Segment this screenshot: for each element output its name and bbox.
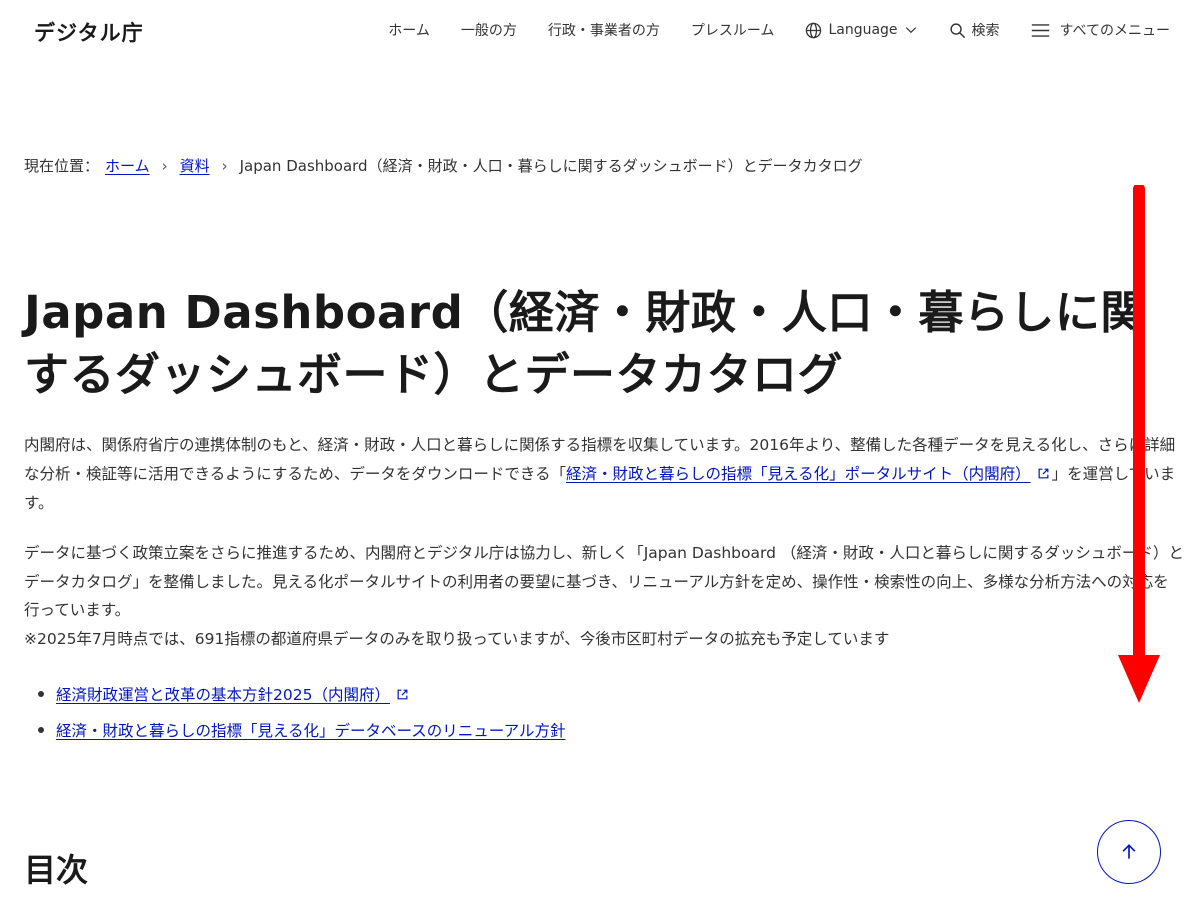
list-item: 経済財政運営と改革の基本方針2025（内閣府） (38, 680, 566, 708)
dashboard-paragraph: データに基づく政策立案をさらに推進するため、内閣府とデジタル庁は協力し、新しく「… (24, 539, 1184, 653)
nav-item-pressroom[interactable]: プレスルーム (691, 20, 775, 40)
nav-item-label: 行政・事業者の方 (547, 23, 660, 39)
globe-icon (805, 22, 822, 39)
link-label: 経済・財政と暮らしの指標「見える化」ポータルサイト（内閣府） (566, 464, 1031, 483)
external-link-icon (1037, 461, 1050, 490)
nav-item-government-business[interactable]: 行政・事業者の方 (548, 20, 660, 40)
portal-site-link[interactable]: 経済・財政と暮らしの指標「見える化」ポータルサイト（内閣府） (566, 465, 1052, 483)
related-links-list: 経済財政運営と改革の基本方針2025（内閣府） 経済・財政と暮らしの指標「見える… (38, 680, 566, 752)
global-nav: ホーム 一般の方 行政・事業者の方 プレスルーム Language 検索 すべて… (388, 20, 1170, 40)
breadcrumb-link-home[interactable]: ホーム (105, 155, 150, 176)
nav-item-label: プレスルーム (690, 23, 775, 39)
page-title: Japan Dashboard（経済・財政・人口・暮らしに関するダッシュボード）… (24, 286, 1146, 401)
bullet-icon (38, 691, 44, 697)
breadcrumb-label: 現在位置： (24, 157, 100, 175)
basic-policy-2025-link[interactable]: 経済財政運営と改革の基本方針2025（内閣府） (56, 683, 411, 705)
language-menu-button[interactable]: Language (805, 22, 917, 39)
all-menu-button[interactable]: すべてのメニュー (1031, 20, 1170, 40)
breadcrumb: 現在位置： ホーム › 資料 › Japan Dashboard（経済・財政・人… (24, 155, 863, 176)
note-text: ※2025年7月時点では、691指標の都道府県データのみを取り扱っていますが、今… (24, 629, 890, 648)
chevron-right-icon: › (221, 156, 228, 175)
nav-item-label: 検索 (971, 23, 1000, 39)
nav-item-general[interactable]: 一般の方 (461, 20, 517, 40)
nav-item-label: 一般の方 (460, 23, 517, 39)
chevron-right-icon: › (161, 156, 168, 175)
link-label: 経済財政運営と改革の基本方針2025（内閣府） (56, 686, 390, 704)
chevron-down-icon (904, 23, 918, 37)
nav-item-home[interactable]: ホーム (388, 20, 430, 40)
breadcrumb-current: Japan Dashboard（経済・財政・人口・暮らしに関するダッシュボード）… (239, 157, 863, 175)
toc-heading: 目次 (24, 851, 89, 889)
site-header: デジタル庁 ホーム 一般の方 行政・事業者の方 プレスルーム Language (0, 0, 1200, 64)
nav-item-label: すべてのメニュー (1059, 23, 1170, 39)
search-button[interactable]: 検索 (949, 20, 1000, 40)
external-link-icon (396, 687, 409, 705)
paragraph-text: データに基づく政策立案をさらに推進するため、内閣府とデジタル庁は協力し、新しく「… (24, 544, 1184, 619)
list-item: 経済・財政と暮らしの指標「見える化」データベースのリニューアル方針 (38, 716, 566, 744)
arrow-up-icon (1119, 842, 1139, 862)
back-to-top-button[interactable] (1097, 820, 1161, 884)
breadcrumb-link-documents[interactable]: 資料 (180, 155, 210, 176)
scroll-down-arrow-icon (1118, 185, 1160, 703)
site-logo[interactable]: デジタル庁 (34, 17, 144, 47)
bullet-icon (38, 727, 44, 733)
intro-paragraph: 内閣府は、関係府省庁の連携体制のもと、経済・財政・人口と暮らしに関係する指標を収… (24, 431, 1184, 518)
nav-item-label: Language (828, 22, 898, 38)
renewal-policy-link[interactable]: 経済・財政と暮らしの指標「見える化」データベースのリニューアル方針 (56, 719, 566, 741)
hamburger-menu-icon (1031, 23, 1050, 38)
search-icon (949, 22, 966, 39)
nav-item-label: ホーム (388, 23, 430, 39)
